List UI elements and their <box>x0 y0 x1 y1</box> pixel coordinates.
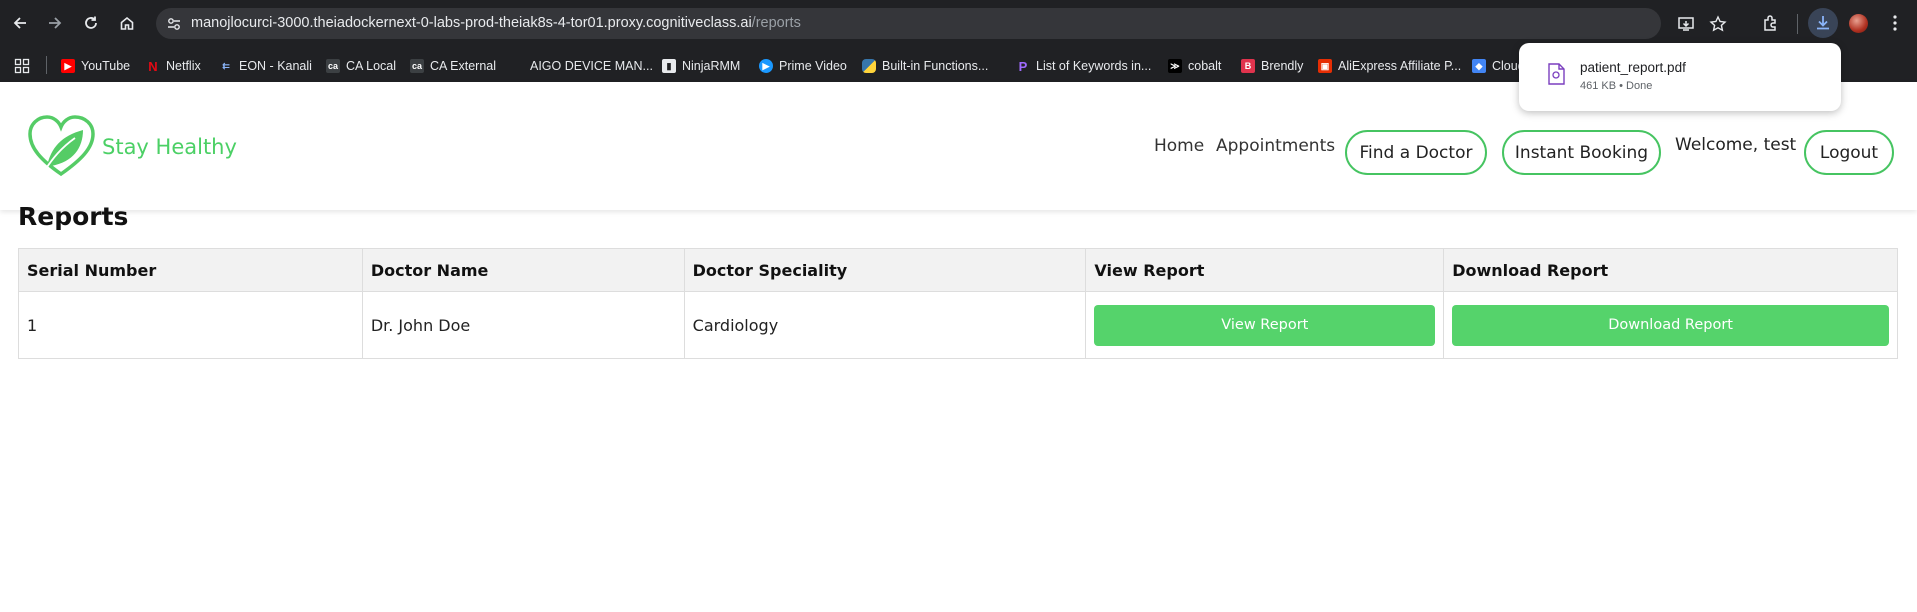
serial-number-cell: 1 <box>18 291 363 359</box>
welcome-message: Welcome, test <box>1675 135 1797 155</box>
bookmark-ninjarmm[interactable]: ▮ NinjaRMM <box>662 57 740 75</box>
install-app-icon[interactable] <box>1677 15 1695 33</box>
browser-toolbar: manojlocurci-3000.theiadockernext-0-labs… <box>0 0 1917 47</box>
aliexpress-icon: ▣ <box>1318 59 1332 73</box>
bookmark-brendly[interactable]: B Brendly <box>1241 57 1303 75</box>
column-header: Doctor Name <box>361 248 685 292</box>
apps-grid-icon[interactable] <box>14 57 30 75</box>
download-filename[interactable]: patient_report.pdf <box>1580 60 1686 75</box>
find-doctor-button[interactable]: Find a Doctor <box>1345 130 1487 175</box>
pdf-file-icon <box>1548 63 1565 85</box>
cobalt-icon: ≫ <box>1168 59 1182 73</box>
column-header: Serial Number <box>18 248 363 292</box>
bookmark-star-icon[interactable] <box>1709 15 1727 33</box>
address-bar[interactable]: manojlocurci-3000.theiadockernext-0-labs… <box>156 8 1727 39</box>
bookmark-prime-video[interactable]: ▶ Prime Video <box>759 57 847 75</box>
bookmark-label: Brendly <box>1261 59 1304 73</box>
eon-icon: ⇇ <box>222 60 230 71</box>
bookmark-netflix[interactable]: N Netflix <box>146 57 201 75</box>
logout-button[interactable]: Logout <box>1804 130 1894 175</box>
url-text: manojlocurci-3000.theiadockernext-0-labs… <box>191 15 801 31</box>
bookmark-label: List of Keywords in... <box>1036 59 1152 73</box>
youtube-icon: ▶ <box>61 59 75 73</box>
prime-video-icon: ▶ <box>759 59 773 73</box>
bookmark-label: Built-in Functions... <box>882 59 989 73</box>
bookmark-eon[interactable]: ⇇ EON - Kanali <box>219 57 312 75</box>
aigo-icon <box>510 59 524 73</box>
heart-leaf-logo-icon[interactable] <box>27 114 96 180</box>
download-icon[interactable] <box>1808 8 1838 38</box>
instant-booking-button[interactable]: Instant Booking <box>1502 130 1661 175</box>
bookmark-label: AIGO DEVICE MAN... <box>530 59 653 73</box>
cloud-icon: ◆ <box>1472 59 1486 73</box>
ca-icon: ca <box>410 59 424 73</box>
netflix-icon: N <box>148 58 158 74</box>
toolbar-divider <box>1797 14 1798 34</box>
ca-icon: ca <box>326 59 340 73</box>
column-header: Download Report <box>1443 248 1898 292</box>
bookmark-ca-external[interactable]: ca CA External <box>410 57 496 75</box>
bookmark-label: CA Local <box>346 59 397 73</box>
column-header: Doctor Speciality <box>683 248 1087 292</box>
brendly-icon: B <box>1241 59 1255 73</box>
page-title: Reports <box>18 202 129 231</box>
profile-avatar[interactable] <box>1849 14 1868 33</box>
site-info-icon[interactable] <box>166 16 182 32</box>
bookmark-aliexpress[interactable]: ▣ AliExpress Affiliate P... <box>1318 57 1461 75</box>
bookmark-aigo[interactable]: AIGO DEVICE MAN... <box>510 57 653 75</box>
table-row: 1 Dr. John Doe Cardiology View Report Do… <box>18 291 1898 359</box>
bookmark-label: EON - Kanali <box>239 59 312 73</box>
menu-icon[interactable] <box>1885 13 1905 33</box>
bookmark-label: NinjaRMM <box>682 59 741 73</box>
python-icon <box>862 59 876 73</box>
nav-appointments-link[interactable]: Appointments <box>1216 136 1335 156</box>
bookmark-label: YouTube <box>81 59 131 73</box>
extensions-icon[interactable] <box>1761 13 1781 33</box>
bookmark-cobalt[interactable]: ≫ cobalt <box>1168 57 1221 75</box>
download-status: 461 KB • Done <box>1580 80 1653 92</box>
bookmarks-divider <box>46 56 47 74</box>
bookmark-builtin-functions[interactable]: Built-in Functions... <box>862 57 988 75</box>
reload-icon[interactable] <box>78 10 104 36</box>
bookmark-label: Netflix <box>166 59 201 73</box>
bookmark-label: AliExpress Affiliate P... <box>1338 59 1462 73</box>
view-report-cell: View Report <box>1085 291 1445 359</box>
bookmark-label: Prime Video <box>779 59 847 73</box>
home-icon[interactable] <box>114 10 140 36</box>
view-report-button[interactable]: View Report <box>1094 304 1436 346</box>
keywords-icon: P <box>1018 58 1028 74</box>
url-path: /reports <box>751 15 801 31</box>
download-report-cell: Download Report <box>1443 291 1898 359</box>
download-report-button[interactable]: Download Report <box>1452 304 1889 346</box>
ninjarmm-icon: ▮ <box>662 59 676 73</box>
bookmark-youtube[interactable]: ▶ YouTube <box>61 57 130 75</box>
bookmark-ca-local[interactable]: ca CA Local <box>326 57 396 75</box>
bookmark-cloud[interactable]: ◆ Cloud <box>1472 57 1525 75</box>
brand-name[interactable]: Stay Healthy <box>102 135 237 159</box>
bookmark-label: CA External <box>430 59 497 73</box>
bookmark-label: cobalt <box>1188 59 1222 73</box>
url-host: manojlocurci-3000.theiadockernext-0-labs… <box>191 15 752 31</box>
nav-home-link[interactable]: Home <box>1154 136 1204 156</box>
bookmark-list-of-keywords[interactable]: P List of Keywords in... <box>1016 57 1152 75</box>
column-header: View Report <box>1085 248 1445 292</box>
doctor-speciality-cell: Cardiology <box>683 291 1087 359</box>
doctor-name-cell: Dr. John Doe <box>361 291 685 359</box>
back-icon[interactable] <box>7 10 33 36</box>
reports-table: Serial Number Doctor Name Doctor Special… <box>18 248 1898 359</box>
table-header-row: Serial Number Doctor Name Doctor Special… <box>18 248 1898 292</box>
forward-icon[interactable] <box>42 10 68 36</box>
download-bubble[interactable]: patient_report.pdf 461 KB • Done <box>1519 43 1841 111</box>
